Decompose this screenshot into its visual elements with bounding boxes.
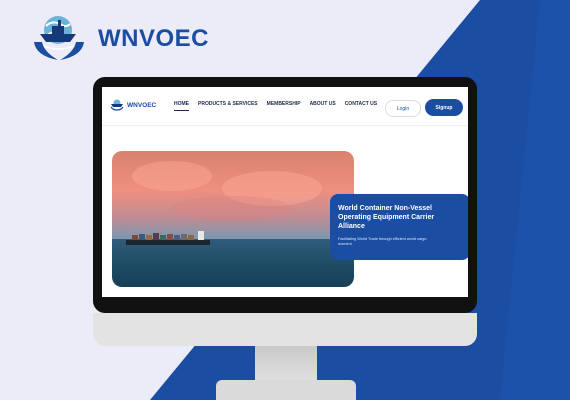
login-button[interactable]: Login xyxy=(385,100,421,117)
site-logo-text: WNVOEC xyxy=(127,101,157,109)
nav-home[interactable]: HOME xyxy=(174,101,189,111)
brand-header: WNVOEC xyxy=(30,12,209,66)
nav-about-us[interactable]: ABOUT US xyxy=(310,101,336,111)
hero-title: World Container Non-Vessel Operating Equ… xyxy=(338,205,435,230)
brand-name: WNVOEC xyxy=(98,25,209,52)
monitor-frame: WNVOEC HOME PRODUCTS & SERVICES MEMBERSH… xyxy=(93,77,477,313)
monitor-stand-foot xyxy=(216,380,356,400)
nav-contact-us[interactable]: CONTACT US xyxy=(345,101,377,111)
nav-membership[interactable]: MEMBERSHIP xyxy=(267,101,301,111)
hero-subtitle: Facilitating World Trade through efficie… xyxy=(338,237,427,246)
site-navbar: WNVOEC HOME PRODUCTS & SERVICES MEMBERSH… xyxy=(102,87,468,126)
ship-logo-icon xyxy=(110,99,124,111)
website-screen: WNVOEC HOME PRODUCTS & SERVICES MEMBERSH… xyxy=(102,87,468,297)
container-ship-icon xyxy=(126,231,210,245)
nav-products-services[interactable]: PRODUCTS & SERVICES xyxy=(198,101,258,111)
monitor-stand-neck xyxy=(255,346,317,382)
monitor-chin xyxy=(93,313,477,346)
ship-globe-hands-logo-icon xyxy=(34,16,84,60)
signup-button[interactable]: Signup xyxy=(425,99,463,116)
site-menu: HOME PRODUCTS & SERVICES MEMBERSHIP ABOU… xyxy=(174,101,377,111)
hero-sky xyxy=(112,151,354,239)
hero-card: World Container Non-Vessel Operating Equ… xyxy=(330,194,468,260)
site-logo[interactable]: WNVOEC xyxy=(110,99,156,111)
hero-image-container-ship xyxy=(112,151,354,287)
